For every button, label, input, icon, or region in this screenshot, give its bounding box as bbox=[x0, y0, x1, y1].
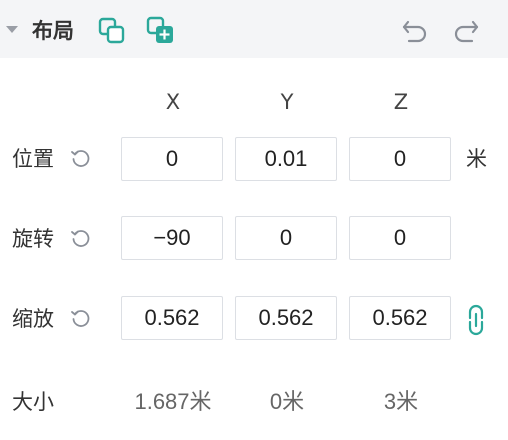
size-z-value: 3米 bbox=[383, 389, 419, 414]
undo-icon[interactable] bbox=[401, 18, 429, 44]
scale-z-input[interactable] bbox=[349, 296, 451, 340]
position-y-input[interactable] bbox=[235, 137, 337, 181]
size-y-value: 0米 bbox=[269, 389, 305, 414]
position-z-input[interactable] bbox=[349, 137, 451, 181]
scale-x-input[interactable] bbox=[121, 296, 223, 340]
scale-label: 缩放 bbox=[12, 307, 54, 331]
position-x-input[interactable] bbox=[121, 137, 223, 181]
reset-rotation-icon[interactable] bbox=[70, 228, 92, 250]
reset-position-icon[interactable] bbox=[70, 148, 92, 170]
rotation-label: 旋转 bbox=[12, 227, 54, 251]
layout-panel-header: 布局 bbox=[0, 0, 508, 58]
scale-y-input[interactable] bbox=[235, 296, 337, 340]
caret-down-icon[interactable] bbox=[6, 26, 18, 33]
redo-icon[interactable] bbox=[452, 18, 480, 44]
link-icon[interactable] bbox=[465, 303, 487, 337]
panel-title: 布局 bbox=[32, 19, 74, 43]
reset-scale-icon[interactable] bbox=[70, 308, 92, 330]
position-unit: 米 bbox=[466, 147, 487, 171]
rotation-x-input[interactable] bbox=[121, 216, 223, 260]
position-label: 位置 bbox=[12, 147, 54, 171]
rotation-z-input[interactable] bbox=[349, 216, 451, 260]
size-label: 大小 bbox=[12, 390, 54, 414]
copy-icon[interactable] bbox=[98, 17, 126, 45]
axis-header-z: Z bbox=[393, 90, 409, 114]
size-x-value: 1.687米 bbox=[134, 389, 212, 414]
axis-header-y: Y bbox=[280, 90, 294, 114]
rotation-y-input[interactable] bbox=[235, 216, 337, 260]
axis-header-x: X bbox=[165, 90, 181, 114]
paste-add-icon[interactable] bbox=[146, 16, 176, 46]
